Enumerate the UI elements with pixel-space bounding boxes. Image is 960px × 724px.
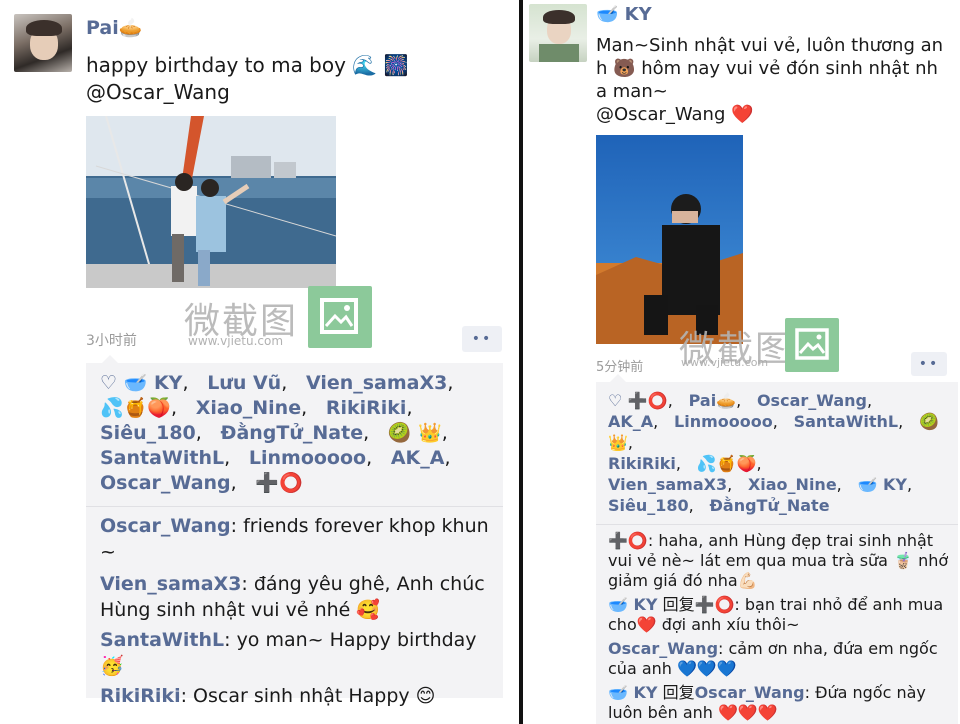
comment[interactable]: Vien_samaX3: đáng yêu ghê, Anh chúc Hùng… [86, 571, 503, 623]
more-actions-button[interactable]: •• [462, 326, 502, 352]
like-user[interactable]: SantaWithL [794, 412, 899, 431]
post-mention[interactable]: @Oscar_Wang [86, 80, 230, 105]
post-text-line-1: Man~Sinh nhật vui vẻ, luôn thương an [596, 35, 944, 56]
divider [86, 506, 503, 507]
comment-author[interactable]: Oscar_Wang [100, 515, 231, 537]
like-user[interactable]: 💦🍯🍑 [100, 397, 171, 419]
comment[interactable]: 🥣 KY 回复➕⭕: bạn trai nhỏ để anh mua cho❤️… [596, 595, 958, 635]
like-user[interactable]: Siêu_180 [608, 496, 689, 515]
reply-label: 回复 [657, 595, 695, 614]
post-text-line-2: h 🐻 hôm nay vui vẻ đón sinh nhật nh [596, 58, 938, 79]
likes-comments-panel: ♡ 🥣 KY, Lưu Vũ, Vien_samaX3, 💦🍯🍑, Xiao_N… [86, 355, 503, 707]
like-user[interactable]: Linmooooo [674, 412, 773, 431]
likes-list: ♡ 🥣 KY, Lưu Vũ, Vien_samaX3, 💦🍯🍑, Xiao_N… [100, 372, 454, 494]
comment-text: : haha, anh Hùng đẹp trai sinh nhật vui … [608, 531, 949, 590]
like-user[interactable]: Pai🥧 [689, 391, 737, 410]
like-user[interactable]: Xiao_Nine [196, 397, 301, 419]
comment-author[interactable]: 🥣 KY [608, 683, 657, 702]
heart-icon: ♡ [608, 391, 623, 410]
comment[interactable]: Oscar_Wang: friends forever khop khun ~ [86, 513, 503, 565]
post-time: 5分钟前 [596, 360, 644, 375]
author-avatar[interactable] [14, 14, 72, 72]
like-user[interactable]: AK_A [391, 447, 445, 469]
like-user[interactable]: SantaWithL [100, 447, 224, 469]
likes-list: ♡ ➕⭕, Pai🥧, Oscar_Wang, AK_A, Linmooooo,… [608, 391, 939, 515]
comment[interactable]: RikiRiki: Oscar sinh nhật Happy 😊 [86, 683, 503, 709]
like-user[interactable]: AK_A [608, 412, 653, 431]
comment-text: : Oscar sinh nhật Happy 😊 [180, 685, 436, 707]
like-user[interactable]: 💦🍯🍑 [697, 454, 757, 473]
sailboat-photo [86, 116, 336, 288]
post-photo[interactable] [86, 116, 336, 288]
left-moment-post: Pai🥧 happy birthday to ma boy 🌊 🎆 @Oscar… [0, 0, 519, 724]
comment[interactable]: 🥣 KY 回复Oscar_Wang: Đứa ngốc này luôn bên… [596, 683, 958, 723]
comment[interactable]: Oscar_Wang: cảm ơn nha, đứa em ngốc của … [596, 639, 958, 679]
post-text-line-3: a man~ [596, 81, 668, 102]
more-actions-button[interactable]: •• [911, 352, 947, 376]
watermark-url: www.vjietu.com [188, 334, 284, 348]
comment[interactable]: ➕⭕: haha, anh Hùng đẹp trai sinh nhật vu… [596, 531, 958, 591]
post-text-line-1: happy birthday to ma boy 🌊 🎆 [86, 53, 409, 77]
comment-author[interactable]: RikiRiki [100, 685, 181, 707]
like-user[interactable]: 🥣 KY [858, 475, 907, 494]
like-user[interactable]: ➕⭕ [255, 472, 302, 494]
like-user[interactable]: Linmooooo [249, 447, 366, 469]
like-user[interactable]: Vien_samaX3 [608, 475, 727, 494]
comment-author[interactable]: Oscar_Wang [608, 639, 718, 658]
post-photo[interactable] [596, 135, 743, 344]
divider [596, 524, 958, 525]
reply-label: 回复 [657, 683, 695, 702]
like-user[interactable]: Oscar_Wang [100, 472, 231, 494]
like-user[interactable]: ➕⭕ [628, 391, 668, 410]
like-user[interactable]: Xiao_Nine [748, 475, 837, 494]
post-mention[interactable]: @Oscar_Wang ❤️ [596, 103, 754, 126]
comment-author[interactable]: Vien_samaX3 [100, 573, 241, 595]
like-user[interactable]: Lưu Vũ [207, 372, 281, 394]
post-time: 3小时前 [86, 333, 137, 349]
desert-portrait-photo [596, 135, 743, 344]
watermark-url: www.vjietu.com [681, 356, 769, 369]
like-user[interactable]: 🥣 KY [124, 372, 183, 394]
like-user[interactable]: ĐằngTử_Nate [221, 422, 364, 444]
reply-to-user[interactable]: Oscar_Wang [695, 683, 805, 702]
comment-author[interactable]: 🥣 KY [608, 595, 657, 614]
like-user[interactable]: 🥝 👑 [388, 422, 442, 444]
likes-comments-panel: ♡ ➕⭕, Pai🥧, Oscar_Wang, AK_A, Linmooooo,… [596, 374, 958, 724]
like-user[interactable]: Oscar_Wang [757, 391, 867, 410]
comment-author[interactable]: SantaWithL [100, 629, 224, 651]
like-user[interactable]: Siêu_180 [100, 422, 196, 444]
comment[interactable]: SantaWithL: yo man~ Happy birthday 🥳 [86, 627, 503, 679]
like-user[interactable]: RikiRiki [326, 397, 407, 419]
right-moment-post: 🥣 KY Man~Sinh nhật vui vẻ, luôn thương a… [523, 0, 960, 724]
heart-icon: ♡ [100, 372, 118, 394]
reply-to-user[interactable]: ➕⭕ [695, 595, 735, 614]
like-user[interactable]: ĐằngTử_Nate [710, 496, 830, 515]
author-name[interactable]: Pai🥧 [86, 16, 142, 39]
author-avatar[interactable] [529, 4, 587, 62]
author-name[interactable]: 🥣 KY [596, 4, 652, 25]
like-user[interactable]: Vien_samaX3 [306, 372, 447, 394]
comment-author[interactable]: ➕⭕ [608, 531, 648, 550]
watermark-image-icon [308, 286, 372, 348]
like-user[interactable]: RikiRiki [608, 454, 676, 473]
watermark-image-icon [785, 318, 839, 372]
